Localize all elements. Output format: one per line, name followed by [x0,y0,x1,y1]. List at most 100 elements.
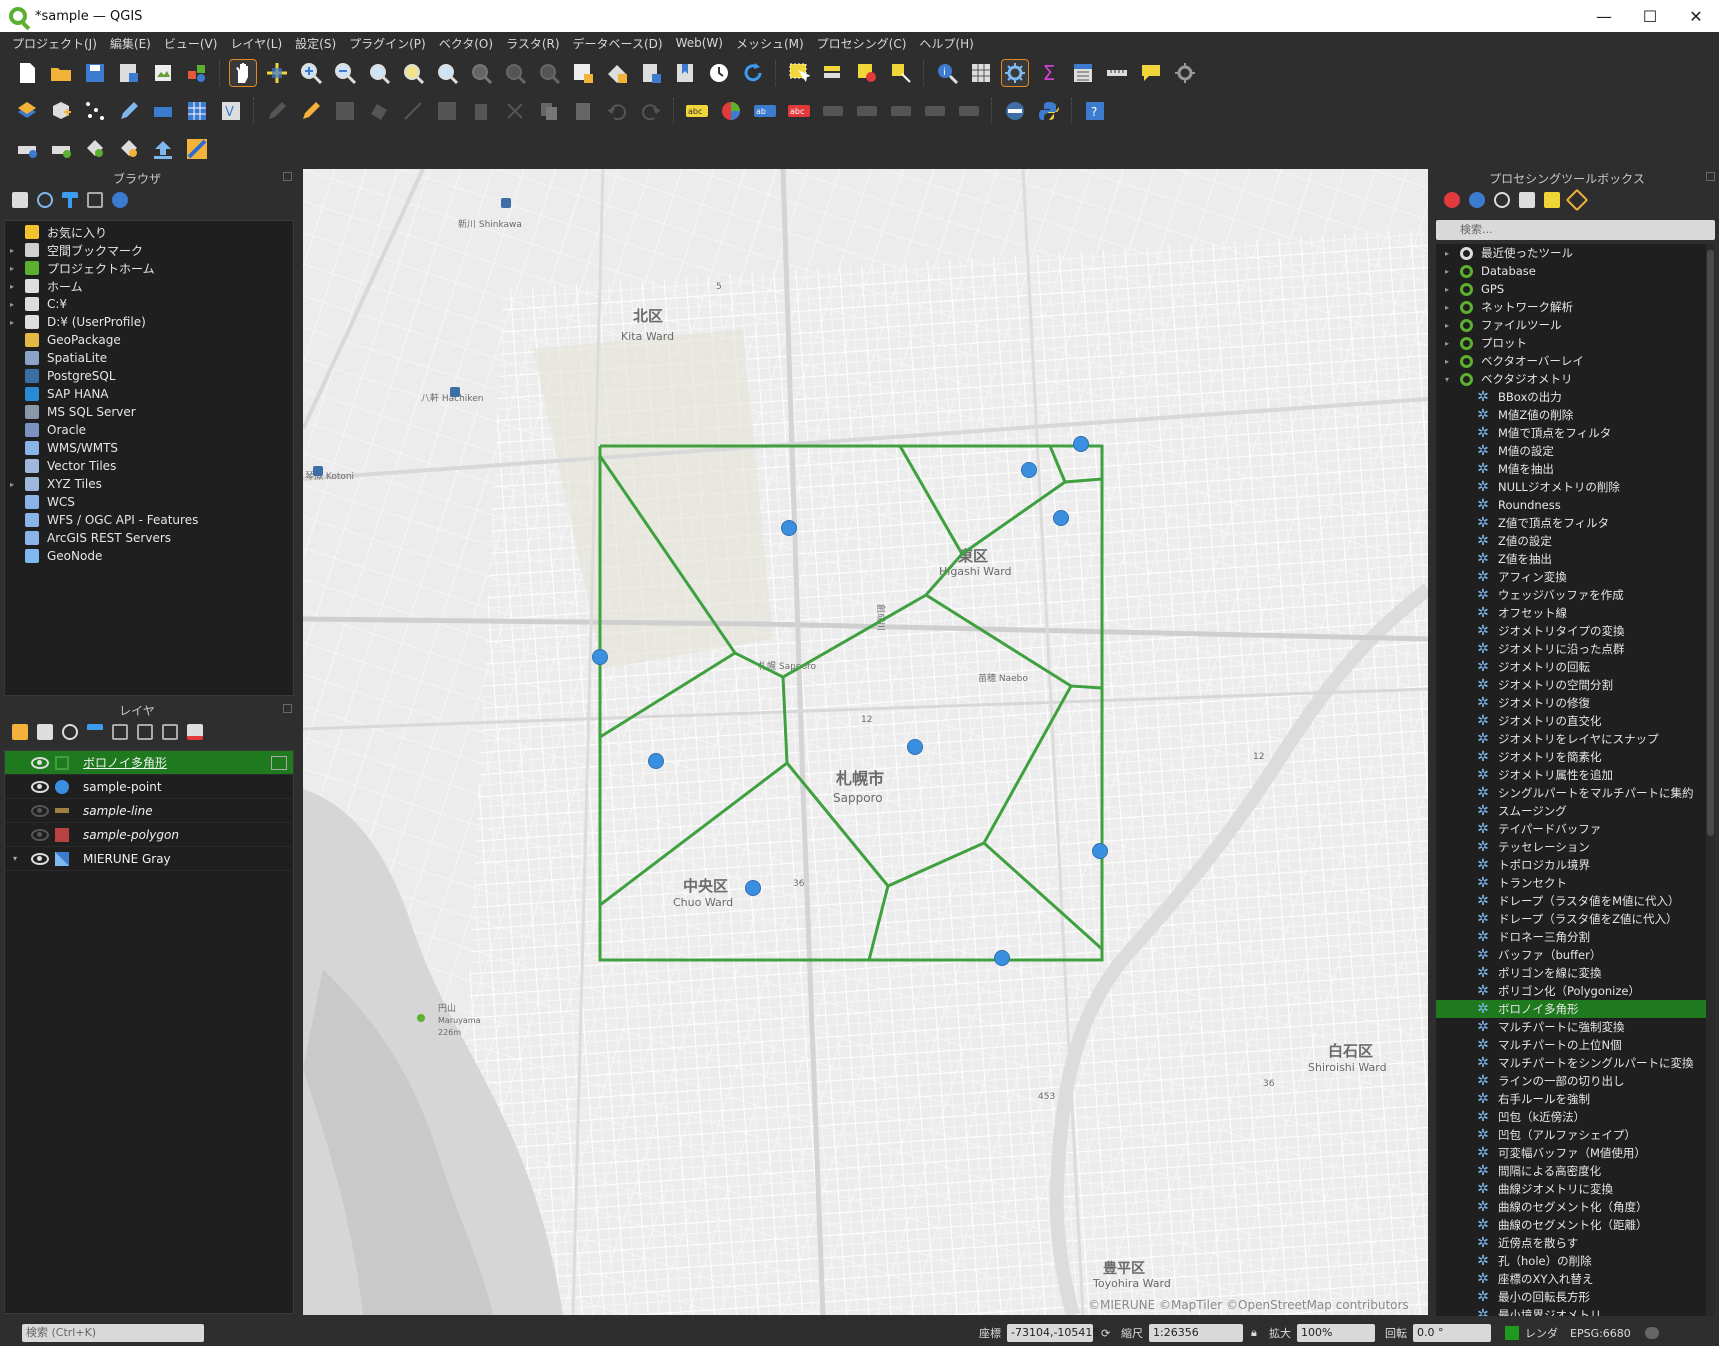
minimize-button[interactable]: — [1581,0,1627,32]
expand-arrow-icon[interactable]: ▸ [5,264,19,273]
browser-item[interactable]: ▸ XYZ Tiles [5,475,293,493]
toolbox-tool[interactable]: ✲ ウェッジバッファを作成 [1436,586,1706,604]
label-properties-icon[interactable] [922,98,948,124]
toolbox-tool[interactable]: ✲ 右手ルールを強制 [1436,1090,1706,1108]
expand-arrow-icon[interactable]: ▸ [1440,249,1454,258]
toolbox-tool[interactable]: ✲ オフセット線 [1436,604,1706,622]
toolbox-group[interactable]: ▸ ネットワーク解析 [1436,298,1706,316]
remove-layer-icon[interactable] [187,724,203,740]
pan-to-selection-icon[interactable] [264,60,290,86]
toolbox-tool[interactable]: ✲ ドレープ（ラスタ値をZ値に代入） [1436,910,1706,928]
panel-close-icon[interactable] [283,172,292,181]
toolbox-tool[interactable]: ✲ ジオメトリをレイヤにスナップ [1436,730,1706,748]
open-project-icon[interactable] [48,60,74,86]
add-group-icon[interactable] [37,724,53,740]
toolbox-tool[interactable]: ✲ トランセクト [1436,874,1706,892]
visibility-eye-icon[interactable] [31,852,49,865]
browser-item[interactable]: Oracle [5,421,293,439]
print-layout-icon[interactable] [150,60,176,86]
toolbox-tool[interactable]: ✲ テッセレーション [1436,838,1706,856]
toolbox-tool[interactable]: ✲ M値の設定 [1436,442,1706,460]
processing-toolbox-icon[interactable] [1001,59,1029,87]
toolbox-tool[interactable]: ✲ ポリゴンを線に変換 [1436,964,1706,982]
toolbox-tool[interactable]: ✲ バッファ（buffer） [1436,946,1706,964]
attribute-table-icon[interactable] [968,60,994,86]
browser-item[interactable]: ▸ 空間ブックマーク [5,241,293,259]
coordinate-input[interactable]: -73104,-105415 [1007,1324,1099,1342]
toolbox-tool[interactable]: ✲ NULLジオメトリの削除 [1436,478,1706,496]
refresh-icon[interactable] [740,60,766,86]
save-edits-icon[interactable] [332,98,358,124]
refresh-icon[interactable] [37,192,53,208]
toolbox-tool[interactable]: ✲ ボロノイ多角形 [1436,1000,1706,1018]
toolbox-tool[interactable]: ✲ アフィン変換 [1436,568,1706,586]
digitize-points-icon[interactable] [82,98,108,124]
zoom-to-layer-icon[interactable] [434,60,460,86]
toggle-editing-icon[interactable] [298,98,324,124]
sample-point-marker[interactable] [648,753,664,769]
temporal-controller-icon[interactable] [706,60,732,86]
filter-legend-icon[interactable] [87,724,103,740]
expand-arrow-icon[interactable]: ▾ [13,854,17,863]
layer-row[interactable]: sample-polygon [5,823,293,847]
expand-arrow-icon[interactable]: ▸ [5,282,19,291]
expand-arrow-icon[interactable]: ▸ [1440,339,1454,348]
zoom-in-icon[interactable] [298,60,324,86]
visibility-eye-icon[interactable] [31,756,49,769]
menu-layer[interactable]: レイヤ(L) [230,35,282,52]
browser-item[interactable]: Vector Tiles [5,457,293,475]
help-icon[interactable]: ? [1082,98,1108,124]
toolbox-tool[interactable]: ✲ Roundness [1436,496,1706,514]
toolbox-tool[interactable]: ✲ 曲線のセグメント化（角度） [1436,1198,1706,1216]
browser-item[interactable]: ▸ プロジェクトホーム [5,259,293,277]
toolbox-tool[interactable]: ✲ M値Z値の削除 [1436,406,1706,424]
redo-icon[interactable] [638,98,664,124]
toolbox-tool[interactable]: ✲ マルチパートの上位N個 [1436,1036,1706,1054]
zoom-full-icon[interactable] [366,60,392,86]
browser-item[interactable]: お気に入り [5,223,293,241]
info-icon[interactable] [112,192,128,208]
toolbox-tool[interactable]: ✲ テイパードバッファ [1436,820,1706,838]
toolbox-tool[interactable]: ✲ 曲線のセグメント化（距離） [1436,1216,1706,1234]
layer-indicator-icon[interactable] [271,755,287,770]
open-field-calculator-icon[interactable] [1070,60,1096,86]
toolbox-tool[interactable]: ✲ 近傍点を散らす [1436,1234,1706,1252]
pan-hand-icon[interactable] [229,59,257,87]
collapse-all-icon[interactable] [162,724,178,740]
toolbox-tool[interactable]: ✲ マルチパートに強制変換 [1436,1018,1706,1036]
toolbox-tool[interactable]: ✲ ドロネー三角分割 [1436,928,1706,946]
panel-close-icon[interactable] [283,704,292,713]
collapse-all-icon[interactable] [87,192,103,208]
modify-attributes-icon[interactable] [434,98,460,124]
toolbox-tool[interactable]: ✲ 間隔による高密度化 [1436,1162,1706,1180]
paste-features-icon[interactable] [570,98,596,124]
browser-item[interactable]: ▸ D:¥ (UserProfile) [5,313,293,331]
browser-item[interactable]: ▸ ホーム [5,277,293,295]
browser-item[interactable]: WFS / OGC API - Features [5,511,293,529]
toolbox-tool[interactable]: ✲ 孔（hole）の削除 [1436,1252,1706,1270]
filter-expression-icon[interactable] [112,724,128,740]
show-bookmarks-icon[interactable] [672,60,698,86]
new-map-view-icon[interactable] [570,60,596,86]
menu-settings[interactable]: 設定(S) [295,35,336,52]
expand-arrow-icon[interactable]: ▸ [1440,285,1454,294]
sample-point-marker[interactable] [1092,843,1108,859]
toolbox-tool[interactable]: ✲ ジオメトリ属性を追加 [1436,766,1706,784]
toolbox-tool[interactable]: ✲ ドレープ（ラスタ値をM値に代入） [1436,892,1706,910]
toolbox-scroll-thumb[interactable] [1707,250,1714,836]
toolbox-tool[interactable]: ✲ M値を抽出 [1436,460,1706,478]
expand-arrow-icon[interactable]: ▸ [5,480,19,489]
toolbox-tool[interactable]: ✲ M値で頂点をフィルタ [1436,424,1706,442]
sample-point-marker[interactable] [781,520,797,536]
pin-labels-icon[interactable]: ab [752,98,778,124]
models-icon[interactable] [1444,192,1460,208]
toolbox-tool[interactable]: ✲ シングルパートをマルチパートに集約 [1436,784,1706,802]
expand-arrow-icon[interactable]: ▸ [1440,267,1454,276]
edit-features-in-place-icon[interactable] [1544,192,1560,208]
identify-features-icon[interactable]: i [934,60,960,86]
add-layer-icon[interactable] [12,192,28,208]
expand-arrow-icon[interactable]: ▸ [1440,321,1454,330]
toolbox-tool[interactable]: ✲ Z値を抽出 [1436,550,1706,568]
visibility-eye-icon[interactable] [31,828,49,841]
menu-mesh[interactable]: メッシュ(M) [736,35,804,52]
